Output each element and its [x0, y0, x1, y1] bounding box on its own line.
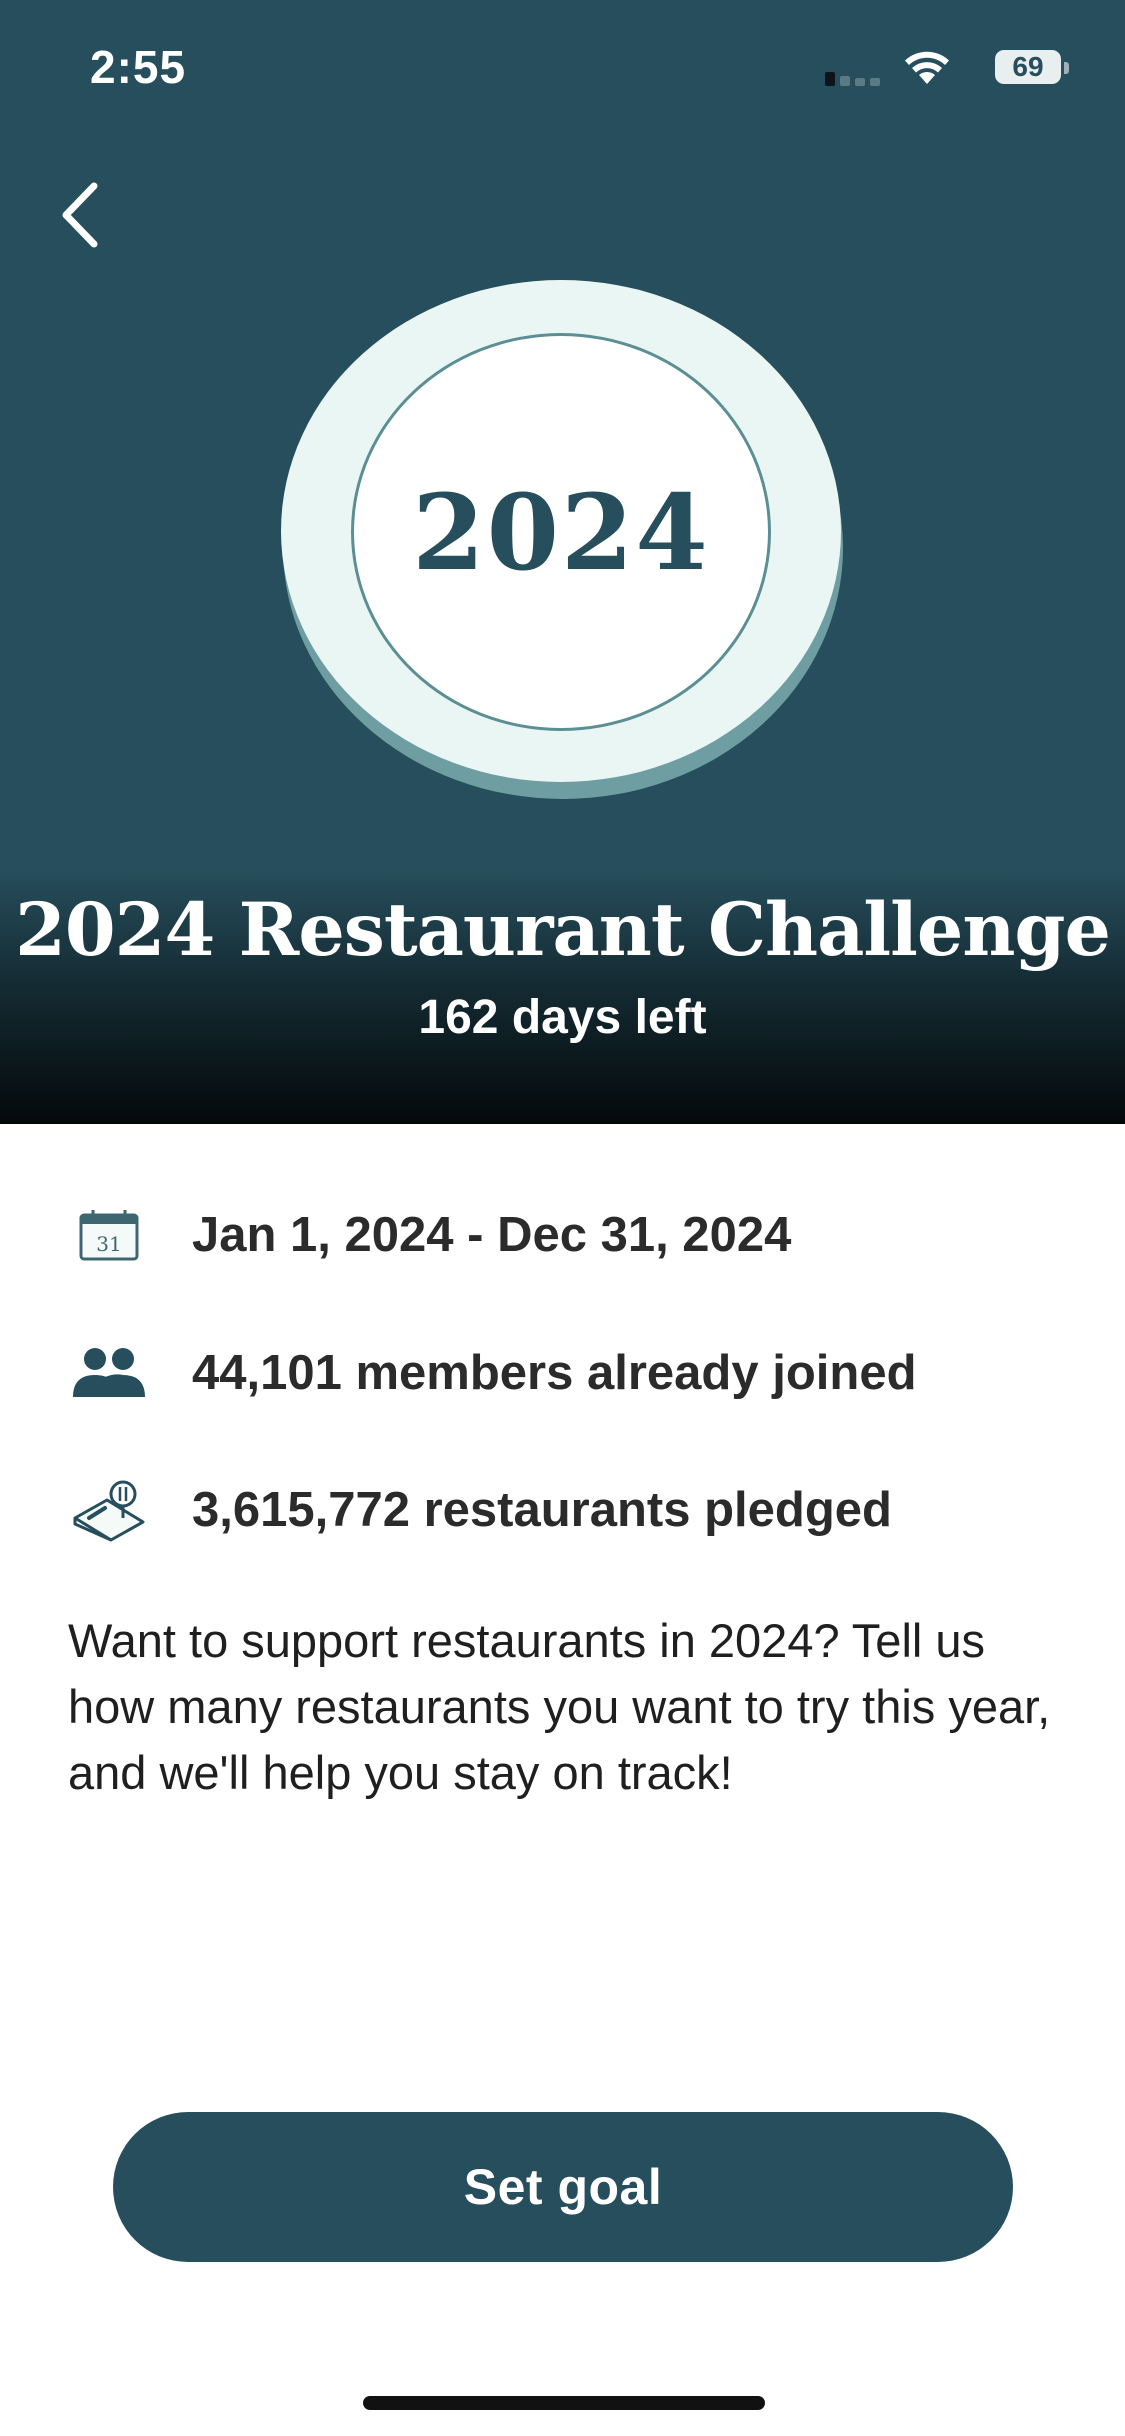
chevron-left-icon [62, 182, 98, 248]
challenge-title: 2024 Restaurant Challenge [15, 887, 1111, 973]
set-goal-button[interactable]: Set goal [113, 2112, 1013, 2262]
cellular-signal-icon [825, 60, 883, 86]
days-left: 162 days left [418, 991, 707, 1044]
back-button[interactable] [50, 175, 110, 255]
people-icon [70, 1338, 148, 1408]
date-range: Jan 1, 2024 - Dec 31, 2024 [192, 1208, 792, 1262]
svg-text:31: 31 [96, 1232, 121, 1256]
members-count: 44,101 members already joined [192, 1346, 917, 1400]
restaurant-pledge-icon [70, 1475, 148, 1545]
restaurants-row: 3,615,772 restaurants pledged [70, 1470, 892, 1550]
hero-banner: 2:55 69 2024 2024 Restaurant Challenge 1… [0, 0, 1125, 1124]
status-icons: 69 [781, 48, 1081, 92]
wifi-icon [905, 51, 949, 84]
date-range-row: 31 Jan 1, 2024 - Dec 31, 2024 [70, 1195, 791, 1275]
members-row: 44,101 members already joined [70, 1333, 917, 1413]
calendar-icon: 31 [70, 1200, 148, 1270]
status-time: 2:55 [90, 41, 187, 93]
home-indicator [363, 2396, 765, 2410]
battery-tip [1064, 62, 1069, 74]
battery-icon: 69 [995, 50, 1061, 84]
restaurants-count: 3,615,772 restaurants pledged [192, 1483, 892, 1537]
badge-center: 2024 [351, 333, 771, 731]
challenge-description: Want to support restaurants in 2024? Tel… [68, 1614, 1051, 1799]
badge-year: 2024 [412, 470, 710, 594]
